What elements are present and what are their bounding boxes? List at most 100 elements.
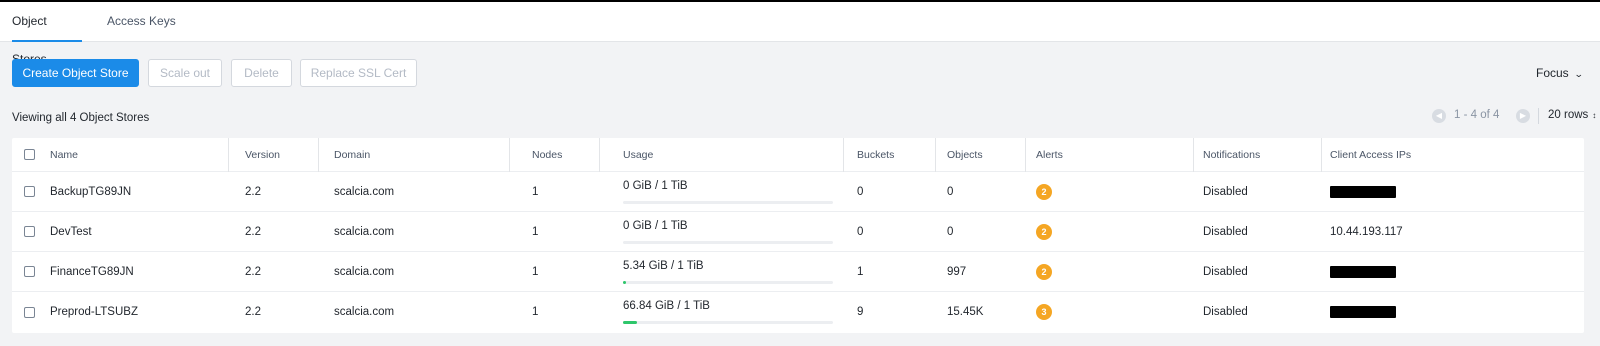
store-version: 2.2 (245, 185, 261, 198)
column-divider (1321, 138, 1322, 172)
client-ips-cell (1330, 292, 1396, 332)
sort-updown-icon: ↕ (1592, 111, 1597, 120)
row-checkbox[interactable] (24, 186, 35, 197)
row-checkbox-cell (24, 172, 44, 211)
client-ips: 10.44.193.117 (1330, 225, 1403, 238)
header-checkbox-cell (24, 138, 44, 171)
delete-button[interactable]: Delete (231, 59, 292, 87)
row-checkbox[interactable] (24, 226, 35, 237)
store-notifications: Disabled (1203, 265, 1248, 278)
column-divider (1025, 138, 1026, 172)
rows-per-page-select[interactable]: 20 rows ↕ (1548, 109, 1596, 121)
column-divider (599, 138, 600, 172)
alert-count-badge[interactable]: 2 (1036, 223, 1052, 240)
usage-bar (623, 280, 833, 284)
store-domain: scalcia.com (334, 265, 395, 278)
row-checkbox-cell (24, 292, 44, 332)
table-header: Name Version Domain Nodes Usage Buckets … (12, 138, 1584, 172)
column-header-buckets[interactable]: Buckets (857, 138, 894, 171)
column-divider (318, 138, 319, 172)
redacted-ip-block (1330, 306, 1396, 318)
column-divider (843, 138, 844, 172)
row-checkbox[interactable] (24, 266, 35, 277)
store-objects: 0 (947, 225, 954, 238)
store-domain: scalcia.com (334, 306, 395, 318)
column-header-objects[interactable]: Objects (947, 138, 983, 171)
column-header-notifications[interactable]: Notifications (1203, 138, 1260, 171)
redacted-ip-block (1330, 265, 1396, 278)
row-checkbox[interactable] (24, 306, 35, 318)
store-nodes: 1 (532, 185, 539, 198)
table-row[interactable]: DevTest 2.2 scalcia.com 1 0 GiB / 1 TiB … (12, 212, 1584, 252)
usage-bar (623, 321, 833, 324)
usage-text: 66.84 GiB / 1 TiB (623, 300, 710, 312)
column-header-client-access-ips[interactable]: Client Access IPs (1330, 138, 1411, 171)
store-version: 2.2 (245, 225, 261, 238)
pagination-divider (1538, 108, 1539, 124)
store-notifications: Disabled (1203, 185, 1248, 198)
table-row[interactable]: FinanceTG89JN 2.2 scalcia.com 1 5.34 GiB… (12, 252, 1584, 292)
column-header-nodes[interactable]: Nodes (532, 138, 562, 171)
store-usage: 66.84 GiB / 1 TiB (623, 292, 845, 332)
next-page-icon[interactable]: ▶ (1516, 109, 1530, 123)
column-header-name[interactable]: Name (50, 138, 230, 171)
store-nodes: 1 (532, 306, 539, 318)
store-notifications: Disabled (1203, 225, 1248, 238)
redacted-ip-block (1330, 185, 1396, 198)
store-version: 2.2 (245, 306, 261, 318)
store-nodes: 1 (532, 225, 539, 238)
rows-per-page-label: 20 rows (1548, 109, 1589, 121)
column-divider (228, 138, 229, 172)
alert-count-badge[interactable]: 2 (1036, 263, 1052, 280)
usage-bar (623, 240, 833, 244)
chevron-down-icon: ⌄ (1573, 69, 1584, 79)
column-header-alerts[interactable]: Alerts (1036, 138, 1063, 171)
store-name[interactable]: Preprod-LTSUBZ (50, 292, 230, 332)
store-name[interactable]: DevTest (50, 212, 230, 251)
create-object-store-button[interactable]: Create Object Store (12, 59, 139, 87)
viewing-summary: Viewing all 4 Object Stores (12, 112, 150, 124)
scale-out-button[interactable]: Scale out (148, 59, 222, 87)
focus-dropdown[interactable]: Focus ⌄ (1536, 66, 1584, 80)
focus-label: Focus (1536, 66, 1569, 80)
client-ips-cell (1330, 172, 1396, 211)
client-ips-cell (1330, 252, 1396, 291)
usage-bar-fill (623, 321, 637, 324)
alert-count-badge[interactable]: 2 (1036, 183, 1052, 200)
usage-bar-fill (623, 280, 626, 284)
replace-ssl-cert-button[interactable]: Replace SSL Cert (300, 59, 417, 87)
store-objects: 15.45K (947, 306, 984, 318)
store-version: 2.2 (245, 265, 261, 278)
select-all-checkbox[interactable] (24, 149, 35, 160)
column-header-domain[interactable]: Domain (334, 138, 370, 171)
table-row[interactable]: Preprod-LTSUBZ 2.2 scalcia.com 1 66.84 G… (12, 292, 1584, 332)
alerts-cell: 2 (1036, 172, 1052, 211)
store-domain: scalcia.com (334, 225, 395, 238)
tab-bar: Object Stores Access Keys (0, 2, 1600, 66)
alert-count-badge[interactable]: 3 (1036, 304, 1052, 320)
column-header-version[interactable]: Version (245, 138, 280, 171)
store-objects: 0 (947, 185, 954, 198)
usage-text: 0 GiB / 1 TiB (623, 219, 688, 232)
object-stores-table: Name Version Domain Nodes Usage Buckets … (12, 138, 1584, 333)
alerts-cell: 3 (1036, 292, 1052, 332)
table-row[interactable]: BackupTG89JN 2.2 scalcia.com 1 0 GiB / 1… (12, 172, 1584, 212)
prev-page-icon[interactable]: ◀ (1432, 109, 1446, 123)
column-divider (935, 138, 936, 172)
column-header-usage[interactable]: Usage (623, 138, 845, 171)
alerts-cell: 2 (1036, 252, 1052, 291)
column-divider (509, 138, 510, 172)
store-name[interactable]: FinanceTG89JN (50, 252, 230, 291)
column-divider (1193, 138, 1194, 172)
tab-object-stores[interactable]: Object Stores (12, 2, 82, 66)
store-name[interactable]: BackupTG89JN (50, 172, 230, 211)
store-buckets: 0 (857, 225, 864, 238)
store-nodes: 1 (532, 265, 539, 278)
usage-text: 0 GiB / 1 TiB (623, 179, 688, 192)
store-buckets: 1 (857, 265, 864, 278)
store-buckets: 0 (857, 185, 864, 198)
tab-access-keys[interactable]: Access Keys (107, 2, 176, 42)
alerts-cell: 2 (1036, 212, 1052, 251)
store-notifications: Disabled (1203, 306, 1248, 318)
row-checkbox-cell (24, 212, 44, 251)
